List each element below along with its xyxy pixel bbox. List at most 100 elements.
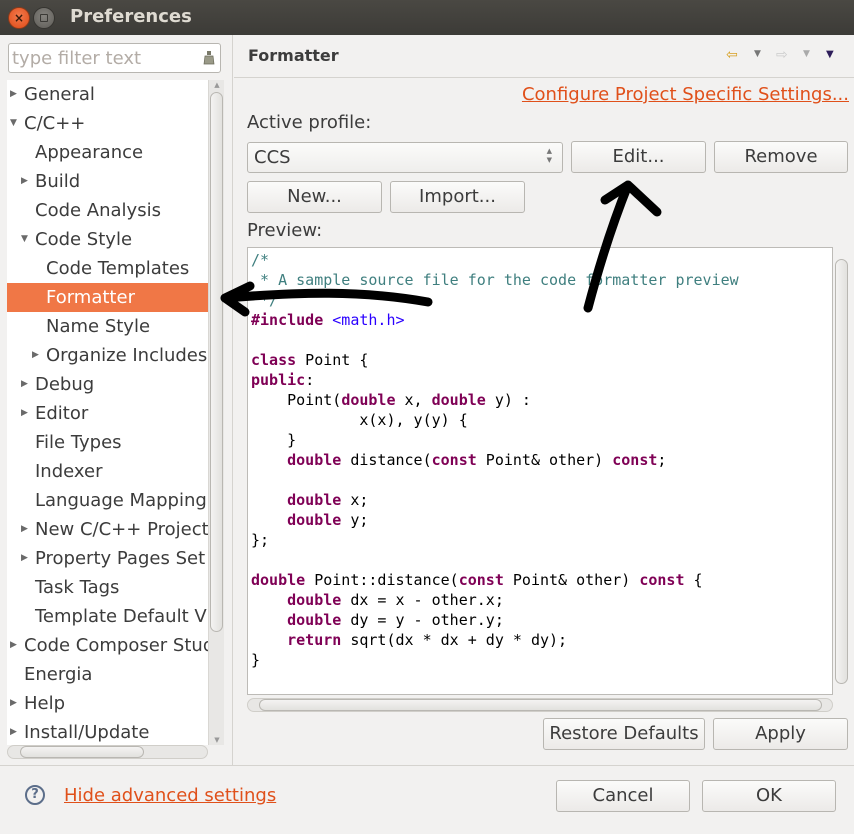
tree-item-build[interactable]: ▶ Build [7,167,208,196]
apply-button[interactable]: Apply [713,718,848,750]
code-line: return sqrt(dx * dx + dy * dy); [287,631,568,649]
collapsed-arrow-icon[interactable]: ▶ [21,515,31,544]
filter-field-container [8,43,221,73]
tree-item-energia[interactable]: Energia [7,660,208,689]
tree-item-new-c-c-project[interactable]: ▶ New C/C++ Project [7,515,208,544]
code-line: public: [251,371,315,389]
formatter-page: Formatter ⇦ ▼ ⇨ ▼ ▼ Configure Project Sp… [234,35,854,765]
tree-vertical-scroll-thumb[interactable] [210,92,223,632]
tree-item-install-update[interactable]: ▶ Install/Update [7,718,208,745]
tree-horizontal-scrollbar[interactable] [7,745,208,759]
code-line: double distance(const Point& other) cons… [287,451,667,469]
tree-item-organize-includes[interactable]: ▶ Organize Includes [7,341,208,370]
tree-item-template-default-v[interactable]: Template Default V [7,602,208,631]
tree-item-code-composer-stud[interactable]: ▶ Code Composer Stud [7,631,208,660]
tree-item-name-style[interactable]: Name Style [7,312,208,341]
collapsed-arrow-icon[interactable]: ▶ [21,544,31,573]
code-line: double dx = x - other.x; [287,591,504,609]
sidebar: ▶General▼C/C++Appearance▶BuildCode Analy… [0,35,233,765]
remove-button[interactable]: Remove [714,141,848,173]
tree-item-label: Code Composer Stud [24,635,208,656]
edit-button[interactable]: Edit... [571,141,706,173]
view-menu-icon[interactable]: ▼ [826,49,834,60]
tree-item-code-analysis[interactable]: Code Analysis [7,196,208,225]
hide-advanced-settings-link[interactable]: Hide advanced settings [64,785,276,806]
tree-item-label: Editor [35,403,89,424]
back-menu-icon[interactable]: ▼ [754,49,761,59]
tree-item-help[interactable]: ▶ Help [7,689,208,718]
collapsed-arrow-icon[interactable]: ▶ [21,370,31,399]
code-line: } [251,651,261,669]
code-line: } [251,431,297,449]
tree-item-label: Code Style [35,229,133,250]
tree-item-label: New C/C++ Project [35,519,208,540]
tree-item-c-c[interactable]: ▼ C/C++ [7,109,208,138]
close-button[interactable]: × [8,7,30,29]
preview-vertical-scroll-thumb[interactable] [835,259,848,684]
collapsed-arrow-icon[interactable]: ▶ [21,399,31,428]
tree-item-label: General [24,84,95,105]
tree-horizontal-scroll-thumb[interactable] [20,746,144,758]
active-profile-label: Active profile: [247,112,372,133]
code-line: /* [251,251,270,269]
collapsed-arrow-icon[interactable]: ▶ [32,341,42,370]
preview-horizontal-scrollbar[interactable] [247,698,833,712]
expanded-arrow-icon[interactable]: ▼ [21,225,31,254]
code-line: class Point { [251,351,369,369]
collapsed-arrow-icon[interactable]: ▶ [10,718,20,745]
import-button[interactable]: Import... [390,181,525,213]
tree-item-label: File Types [35,432,122,453]
tree-item-debug[interactable]: ▶ Debug [7,370,208,399]
code-line: x(x), y(y) { [251,411,468,429]
back-arrow-icon[interactable]: ⇦ [726,47,738,63]
code-line: }; [251,531,270,549]
preview-horizontal-scroll-thumb[interactable] [259,699,822,711]
tree-vertical-scrollbar[interactable]: ▲ ▼ [208,80,224,745]
active-profile-value: CCS [254,147,291,168]
clear-filter-icon[interactable] [203,51,215,65]
scroll-up-icon[interactable]: ▲ [211,81,223,89]
tree-item-indexer[interactable]: Indexer [7,457,208,486]
filter-input[interactable] [12,47,192,69]
expanded-arrow-icon[interactable]: ▼ [10,109,20,138]
tree-item-label: Code Templates [46,258,190,279]
preview-label: Preview: [247,220,323,241]
page-title: Formatter [248,46,339,65]
help-icon[interactable]: ? [25,785,45,805]
forward-menu-icon[interactable]: ▼ [803,49,810,59]
tree-item-general[interactable]: ▶ General [7,80,208,109]
tree-item-label: Appearance [35,142,144,163]
code-line: */ [251,291,279,309]
tree-item-formatter[interactable]: Formatter [7,283,208,312]
tree-item-label: Install/Update [24,722,150,743]
tree-item-label: Property Pages Set [35,548,206,569]
restore-defaults-button[interactable]: Restore Defaults [543,718,705,750]
cancel-button[interactable]: Cancel [556,780,690,812]
configure-project-settings-link[interactable]: Configure Project Specific Settings... [522,84,849,105]
collapsed-arrow-icon[interactable]: ▶ [21,167,31,196]
tree-item-file-types[interactable]: File Types [7,428,208,457]
active-profile-select[interactable]: CCS ▲ ▼ [247,142,563,173]
window-title: Preferences [70,6,192,27]
ok-button[interactable]: OK [702,780,836,812]
minimize-button[interactable] [33,7,55,29]
preview-vertical-scrollbar[interactable] [834,247,850,695]
forward-arrow-icon[interactable]: ⇨ [776,47,788,63]
collapsed-arrow-icon[interactable]: ▶ [10,631,20,660]
tree-item-label: Debug [35,374,95,395]
code-line: double Point::distance(const Point& othe… [251,571,703,589]
tree-item-code-style[interactable]: ▼ Code Style [7,225,208,254]
tree-item-code-templates[interactable]: Code Templates [7,254,208,283]
tree-item-editor[interactable]: ▶ Editor [7,399,208,428]
collapsed-arrow-icon[interactable]: ▶ [10,689,20,718]
new-profile-button[interactable]: New... [247,181,382,213]
tree-item-appearance[interactable]: Appearance [7,138,208,167]
tree-item-task-tags[interactable]: Task Tags [7,573,208,602]
title-bar: × Preferences [0,0,854,35]
tree-item-language-mapping[interactable]: Language Mapping [7,486,208,515]
scroll-down-icon[interactable]: ▼ [211,736,223,744]
tree-item-label: Language Mapping [35,490,207,511]
collapsed-arrow-icon[interactable]: ▶ [10,80,20,109]
tree-item-property-pages-set[interactable]: ▶ Property Pages Set [7,544,208,573]
